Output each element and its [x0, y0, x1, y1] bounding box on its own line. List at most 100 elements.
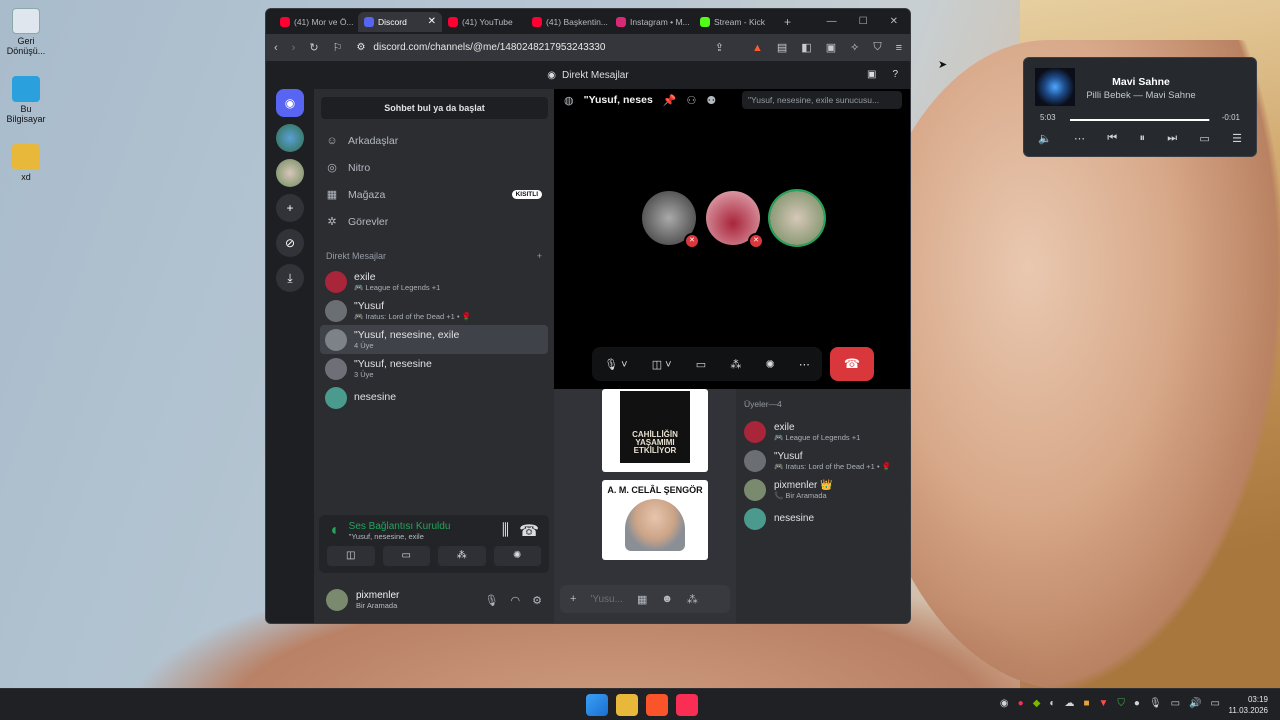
tray-app-icon[interactable]: ▼ — [1098, 698, 1108, 709]
reload-icon[interactable]: ↻ — [309, 41, 318, 54]
apple-music-icon[interactable] — [676, 694, 698, 716]
screen-share-button[interactable]: ▭ — [382, 546, 430, 566]
attach-icon[interactable]: + — [570, 593, 576, 605]
hang-up-button[interactable]: ☎ — [830, 347, 874, 381]
wallet-icon[interactable]: ▣ — [826, 41, 836, 54]
voice-status[interactable]: Ses Bağlantısı Kuruldu — [349, 521, 451, 532]
this-pc-shortcut[interactable]: Bu Bilgisayar — [0, 76, 52, 124]
rewards-icon[interactable]: ▲ — [752, 42, 763, 54]
more-icon[interactable]: ⋯ — [799, 358, 810, 371]
member-item[interactable]: nesesine — [744, 504, 902, 533]
folder-shortcut[interactable]: xd — [0, 144, 52, 182]
settings-icon[interactable]: ⚙ — [532, 594, 542, 607]
camera-off-button[interactable]: ◫ — [327, 546, 375, 566]
help-icon[interactable]: ? — [892, 69, 898, 80]
download-icon[interactable]: ⤓ — [276, 264, 304, 292]
more-icon[interactable]: ⋯ — [1074, 132, 1085, 145]
tray-app-icon[interactable]: ◐ — [1049, 698, 1055, 709]
tray-app-icon[interactable]: ■ — [1083, 698, 1089, 709]
browser-tab[interactable]: (41) Mor ve Ö... — [274, 12, 358, 32]
forward-icon[interactable]: › — [292, 42, 296, 54]
dm-item[interactable]: nesesine — [320, 383, 548, 412]
close-window-icon[interactable]: ✕ — [890, 16, 898, 27]
participant-avatar[interactable]: ✕ — [642, 191, 700, 249]
tray-app-icon[interactable]: ◉ — [1000, 698, 1009, 709]
tray-app-icon[interactable]: ● — [1018, 698, 1024, 709]
camera-off-icon[interactable]: ◫ ˅ — [652, 358, 672, 371]
microphone-icon[interactable]: 🎙 — [485, 594, 499, 607]
volume-icon[interactable]: 🔊 — [1189, 698, 1201, 709]
dm-item[interactable]: exile 🎮 League of Legends +1 — [320, 267, 548, 296]
apps-icon[interactable]: ⁂ — [687, 593, 698, 606]
headphones-icon[interactable]: ◠ — [511, 594, 521, 607]
member-item[interactable]: pixmenler 👑 📞 Bir Aramada — [744, 475, 902, 504]
soundboard-icon[interactable]: ✺ — [766, 358, 775, 371]
browser-tab[interactable]: (41) Başkentin... — [526, 12, 610, 32]
brave-icon[interactable] — [646, 694, 668, 716]
tray-app-icon[interactable]: ☁ — [1064, 698, 1074, 709]
message-composer[interactable]: + 'Yusu... ▦ ☻ ⁂ — [560, 585, 730, 613]
menu-icon[interactable]: ≡ — [896, 42, 902, 54]
lyrics-icon[interactable]: ▭ — [1199, 132, 1209, 145]
participant-avatar-speaking[interactable] — [770, 191, 824, 245]
nav-nitro[interactable]: ◎ Nitro — [314, 154, 554, 181]
url-field[interactable]: ⚙ discord.com/channels/@me/1480248217953… — [356, 42, 700, 53]
member-item[interactable]: exile 🎮 League of Legends +1 — [744, 417, 902, 446]
network-icon[interactable]: ▭ — [1171, 698, 1180, 709]
signal-icon[interactable]: ◖ — [329, 522, 339, 540]
nav-shop[interactable]: ▦ Mağaza KISITLI — [314, 181, 554, 208]
leo-icon[interactable]: ✧ — [850, 41, 859, 54]
close-tab-icon[interactable]: ✕ — [428, 16, 436, 27]
microphone-icon[interactable]: 🎙 — [1149, 698, 1162, 709]
gift-icon[interactable]: ▦ — [637, 593, 647, 606]
soundboard-button[interactable]: ✺ — [493, 546, 541, 566]
add-server-icon[interactable]: + — [276, 194, 304, 222]
channel-search-input[interactable]: "Yusuf, nesesine, exile sunucusu... — [742, 91, 902, 109]
pause-icon[interactable]: ⏸ — [1139, 132, 1145, 145]
dm-item[interactable]: "Yusuf, nesesine 3 Üye — [320, 354, 548, 383]
dm-item[interactable]: "Yusuf 🎮 Iratus: Lord of the Dead +1 • 🌹 — [320, 296, 548, 325]
nav-quests[interactable]: ✲ Görevler — [314, 208, 554, 235]
clock[interactable]: 03:19 11.03.2026 — [1229, 694, 1268, 716]
nav-friends[interactable]: ☺ Arkadaşlar — [314, 127, 554, 154]
user-avatar[interactable] — [326, 589, 348, 611]
battery-icon[interactable]: ▭ — [1211, 698, 1220, 709]
image-attachment[interactable]: CAHİLLİĞİN YAŞAMIMI ETKİLİYOR — [602, 389, 708, 472]
activities-icon[interactable]: ⁂ — [730, 358, 741, 371]
voice-channel[interactable]: "Yusuf, nesesine, exile — [349, 532, 451, 541]
previous-icon[interactable]: ⏮ — [1107, 132, 1117, 145]
start-icon[interactable] — [586, 694, 608, 716]
server-icon[interactable] — [276, 159, 304, 187]
browser-tab-active[interactable]: Discord ✕ — [358, 11, 442, 32]
add-friends-icon[interactable]: ⚇ — [687, 94, 697, 107]
tray-app-icon[interactable]: ● — [1134, 698, 1140, 709]
back-icon[interactable]: ‹ — [274, 42, 278, 54]
new-tab-icon[interactable]: + — [784, 15, 791, 29]
find-conversation-button[interactable]: Sohbet bul ya da başlat — [321, 97, 548, 119]
inbox-icon[interactable]: ▣ — [867, 69, 876, 80]
site-info-icon[interactable]: ⚙ — [356, 42, 365, 53]
participant-avatar[interactable]: ✕ — [706, 191, 764, 249]
browser-tab[interactable]: (41) YouTube — [442, 12, 526, 32]
vpn-icon[interactable]: ⛉ — [873, 41, 881, 54]
members-icon[interactable]: ⚉ — [706, 94, 716, 107]
server-icon[interactable] — [276, 124, 304, 152]
disconnect-icon[interactable]: ☎ — [519, 521, 539, 541]
queue-icon[interactable]: ☰ — [1232, 132, 1242, 145]
sidebar-icon[interactable]: ◧ — [801, 41, 811, 54]
image-attachment[interactable]: A. M. CELÂL ŞENGÖR — [602, 480, 708, 560]
minimize-icon[interactable]: — — [827, 16, 837, 27]
bookmark-icon[interactable]: ⚐ — [333, 41, 343, 54]
maximize-icon[interactable]: ☐ — [859, 16, 868, 27]
file-explorer-icon[interactable] — [616, 694, 638, 716]
pin-icon[interactable]: 📌 — [663, 94, 677, 107]
create-dm-icon[interactable]: + — [537, 251, 542, 261]
activities-button[interactable]: ⁂ — [438, 546, 486, 566]
browser-tab[interactable]: Stream - Kick — [694, 12, 778, 32]
browser-tab[interactable]: Instagram • M... — [610, 12, 694, 32]
microphone-icon[interactable]: 🎙 ˅ — [604, 358, 627, 371]
recycle-bin-shortcut[interactable]: Geri Dönüşü... — [0, 8, 52, 56]
noise-suppression-icon[interactable]: ⫼ — [502, 522, 509, 540]
screen-share-icon[interactable]: ▭ — [696, 358, 706, 371]
shield-icon[interactable]: ⛉ — [1117, 698, 1125, 709]
